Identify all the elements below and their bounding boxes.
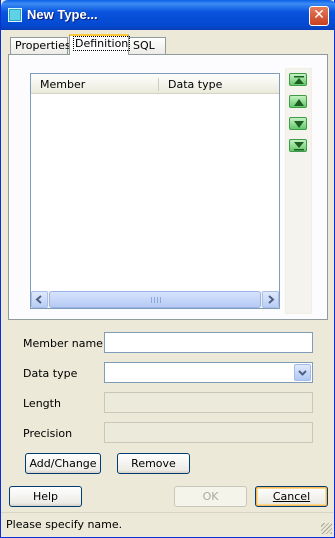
close-icon[interactable]: ✕ <box>309 6 329 26</box>
member-name-label: Member name <box>23 337 103 350</box>
members-list-header: Member Data type <box>31 74 279 94</box>
tab-sql[interactable]: SQL <box>128 37 166 54</box>
precision-label: Precision <box>23 427 73 440</box>
move-up-icon[interactable] <box>289 95 307 108</box>
status-text: Please specify name. <box>6 518 123 531</box>
window-title: New Type... <box>27 7 98 22</box>
dialog-window: New Type... ✕ Properties Definition SQL … <box>0 0 335 538</box>
tab-properties[interactable]: Properties <box>10 37 71 54</box>
member-name-field[interactable] <box>104 332 313 353</box>
scroll-left-icon[interactable] <box>31 291 48 308</box>
ok-button[interactable]: OK <box>174 486 247 507</box>
column-header-member[interactable]: Member <box>40 78 85 91</box>
dropdown-arrow-icon[interactable] <box>294 364 311 381</box>
members-list[interactable]: Member Data type <box>30 73 280 309</box>
cancel-button-label: Cancel <box>272 490 311 503</box>
data-type-label: Data type <box>23 367 78 380</box>
cancel-button[interactable]: Cancel <box>255 486 328 507</box>
precision-field <box>104 422 313 443</box>
column-header-data-type[interactable]: Data type <box>168 78 222 91</box>
tab-definition[interactable]: Definition <box>69 34 131 55</box>
tab-sql-label: SQL <box>133 39 155 52</box>
tab-definition-label: Definition <box>72 36 131 51</box>
move-down-icon[interactable] <box>289 117 307 130</box>
move-top-icon[interactable] <box>289 73 307 86</box>
scroll-thumb[interactable] <box>49 291 261 308</box>
move-bottom-icon[interactable] <box>289 139 307 152</box>
length-label: Length <box>23 397 61 410</box>
tab-properties-label: Properties <box>15 39 71 52</box>
window-icon <box>8 8 22 22</box>
title-bar[interactable]: New Type... ✕ <box>1 0 335 30</box>
horizontal-scrollbar[interactable] <box>31 291 279 308</box>
resize-grip-icon[interactable] <box>321 523 332 534</box>
help-button[interactable]: Help <box>9 486 82 507</box>
remove-button[interactable]: Remove <box>117 453 190 474</box>
column-divider[interactable] <box>158 78 159 91</box>
length-field <box>104 392 313 413</box>
scroll-right-icon[interactable] <box>262 291 279 308</box>
add-change-button[interactable]: Add/Change <box>25 453 101 474</box>
status-bar: Please specify name. <box>1 512 334 536</box>
data-type-select[interactable] <box>104 362 313 383</box>
